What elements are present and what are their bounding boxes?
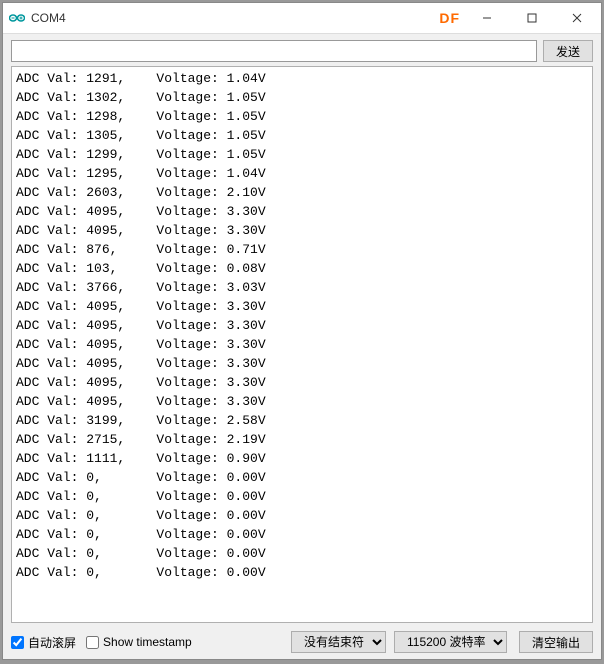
send-row: 发送 bbox=[3, 34, 601, 66]
timestamp-label: Show timestamp bbox=[103, 635, 192, 649]
close-button[interactable] bbox=[554, 4, 599, 32]
titlebar: COM4 DF bbox=[3, 3, 601, 34]
line-ending-select[interactable]: 没有结束符 bbox=[291, 631, 386, 653]
window-title: COM4 bbox=[31, 11, 66, 25]
baud-rate-select[interactable]: 115200 波特率 bbox=[394, 631, 507, 653]
serial-output[interactable]: ADC Val: 1291, Voltage: 1.04V ADC Val: 1… bbox=[11, 66, 593, 623]
arduino-icon bbox=[9, 10, 25, 26]
send-button[interactable]: 发送 bbox=[543, 40, 593, 62]
timestamp-checkbox[interactable]: Show timestamp bbox=[86, 635, 192, 649]
autoscroll-checkbox[interactable]: 自动滚屏 bbox=[11, 634, 76, 651]
send-input[interactable] bbox=[11, 40, 537, 62]
timestamp-input[interactable] bbox=[86, 636, 99, 649]
maximize-button[interactable] bbox=[509, 4, 554, 32]
clear-output-button[interactable]: 清空输出 bbox=[519, 631, 593, 653]
minimize-button[interactable] bbox=[464, 4, 509, 32]
serial-monitor-window: COM4 DF 发送 ADC Val: 1291, Voltage: 1.04V… bbox=[2, 2, 602, 660]
bottombar: 自动滚屏 Show timestamp 没有结束符 115200 波特率 清空输… bbox=[3, 627, 601, 659]
autoscroll-input[interactable] bbox=[11, 636, 24, 649]
autoscroll-label: 自动滚屏 bbox=[28, 634, 76, 651]
df-badge: DF bbox=[439, 10, 460, 26]
